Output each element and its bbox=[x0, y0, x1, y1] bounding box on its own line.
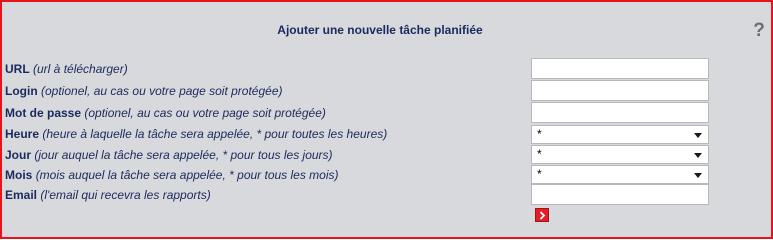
month-select[interactable]: * bbox=[531, 165, 709, 184]
login-label-name: Login bbox=[5, 84, 38, 98]
chevron-down-icon bbox=[694, 133, 702, 138]
submit-button[interactable] bbox=[535, 208, 549, 222]
login-input[interactable] bbox=[531, 80, 709, 101]
chevron-right-icon bbox=[539, 211, 546, 220]
form-title: Ajouter une nouvelle tâche planifiée bbox=[277, 23, 483, 37]
chevron-down-icon bbox=[694, 173, 702, 178]
login-label: Login (optionel, au cas ou votre page so… bbox=[5, 84, 283, 98]
url-label-name: URL bbox=[5, 62, 30, 76]
day-label: Jour (jour auquel la tâche sera appelée,… bbox=[5, 148, 333, 162]
hour-select-value: * bbox=[537, 127, 542, 141]
chevron-down-icon bbox=[694, 153, 702, 158]
day-label-hint: (jour auquel la tâche sera appelée, * po… bbox=[34, 148, 333, 162]
day-label-name: Jour bbox=[5, 148, 32, 162]
email-input[interactable] bbox=[531, 184, 709, 205]
password-input[interactable] bbox=[531, 102, 709, 123]
email-label-hint: (l'email qui recevra les rapports) bbox=[40, 188, 211, 202]
month-select-value: * bbox=[537, 167, 542, 181]
help-icon[interactable]: ? bbox=[752, 21, 766, 41]
url-input[interactable] bbox=[531, 58, 709, 79]
hour-select[interactable]: * bbox=[531, 125, 709, 144]
hour-label-hint: (heure à laquelle la tâche sera appelée,… bbox=[42, 127, 388, 141]
password-label-name: Mot de passe bbox=[5, 106, 82, 120]
url-label: URL (url à télécharger) bbox=[5, 62, 128, 76]
month-label-name: Mois bbox=[5, 168, 33, 182]
login-label-hint: (optionel, au cas ou votre page soit pro… bbox=[41, 84, 283, 98]
hour-label-name: Heure bbox=[5, 127, 40, 141]
month-label-hint: (mois auquel la tâche sera appelée, * po… bbox=[35, 168, 339, 182]
scheduled-task-panel: Ajouter une nouvelle tâche planifiée ? U… bbox=[0, 0, 773, 239]
month-label: Mois (mois auquel la tâche sera appelée,… bbox=[5, 168, 339, 182]
password-label-hint: (optionel, au cas ou votre page soit pro… bbox=[84, 106, 326, 120]
day-select-value: * bbox=[537, 147, 542, 161]
email-label-name: Email bbox=[5, 188, 38, 202]
url-label-hint: (url à télécharger) bbox=[33, 62, 128, 76]
hour-label: Heure (heure à laquelle la tâche sera ap… bbox=[5, 127, 387, 141]
day-select[interactable]: * bbox=[531, 145, 709, 164]
email-label: Email (l'email qui recevra les rapports) bbox=[5, 188, 211, 202]
password-label: Mot de passe (optionel, au cas ou votre … bbox=[5, 106, 326, 120]
